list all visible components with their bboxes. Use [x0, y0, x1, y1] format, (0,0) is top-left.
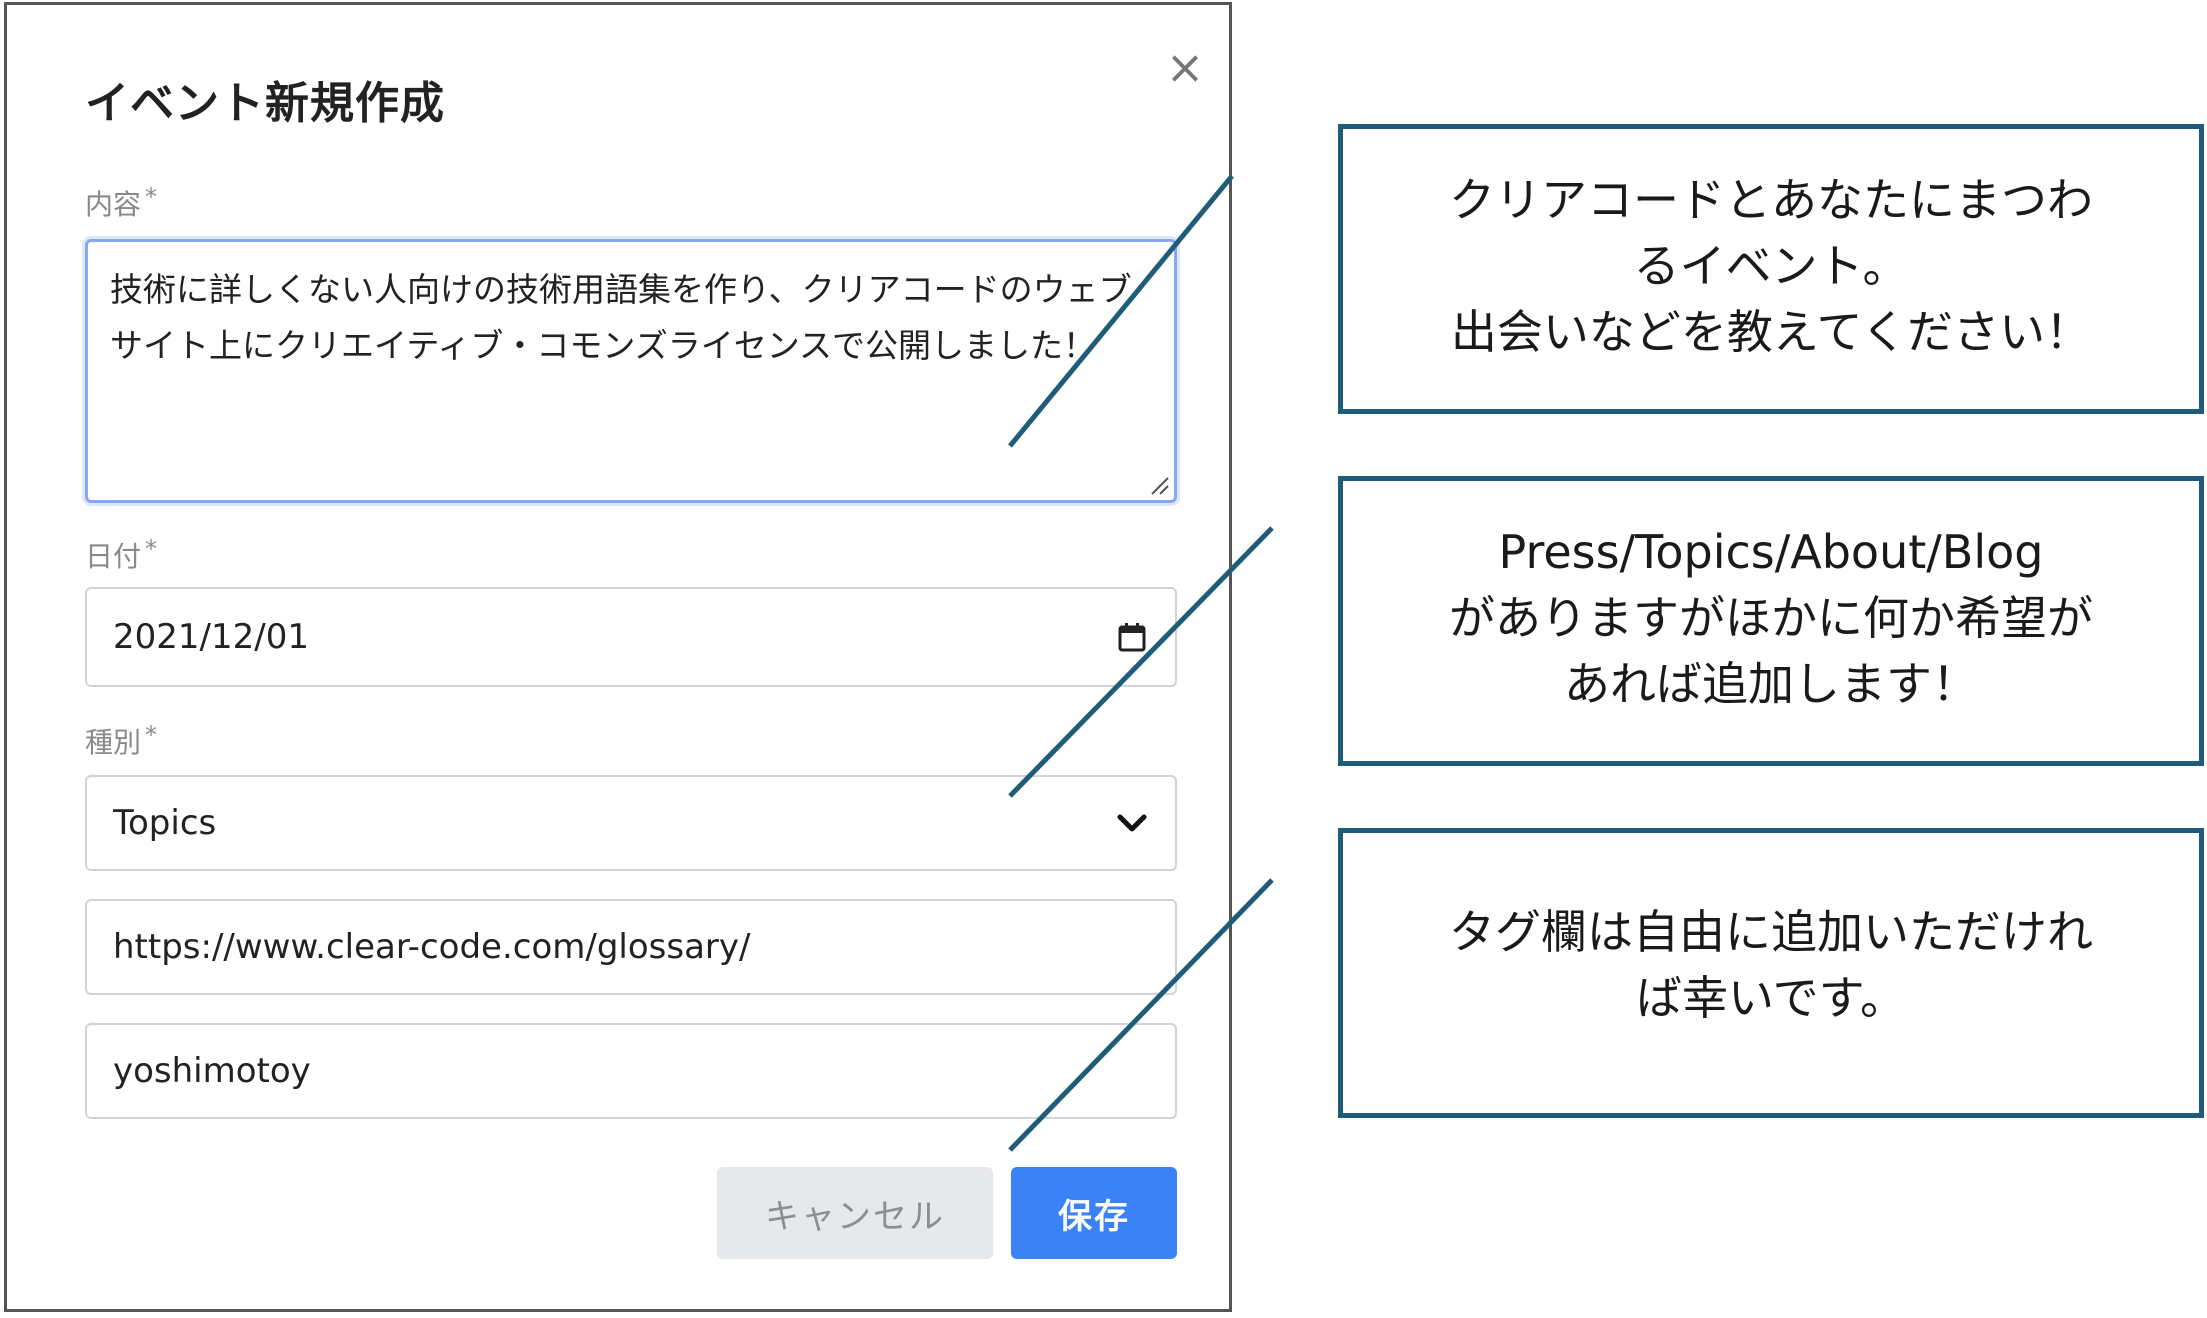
- close-icon[interactable]: ×: [1165, 44, 1205, 90]
- cancel-button[interactable]: キャンセル: [717, 1167, 993, 1259]
- required-mark: *: [145, 535, 158, 563]
- callout-text-line: 出会いなどを教えてください！: [1450, 305, 2092, 359]
- type-label: 種別 *: [85, 721, 157, 761]
- callout-text-line: Press/Topics/About/Blog: [1498, 525, 2044, 579]
- required-mark: *: [145, 183, 158, 211]
- tag-input-value: yoshimotoy: [113, 1051, 311, 1091]
- content-label-text: 内容: [85, 188, 142, 221]
- url-input[interactable]: https://www.clear-code.com/glossary/: [85, 899, 1177, 995]
- content-textarea[interactable]: 技術に詳しくない人向けの技術用語集を作り、クリアコードのウェブサイト上にクリエイ…: [85, 239, 1177, 503]
- date-input[interactable]: 2021/12/01: [85, 587, 1177, 687]
- callout-text-line: ば幸いです。: [1635, 971, 1907, 1025]
- tag-input[interactable]: yoshimotoy: [85, 1023, 1177, 1119]
- resize-handle-icon[interactable]: [1148, 474, 1170, 496]
- content-textarea-value: 技術に詳しくない人向けの技術用語集を作り、クリアコードのウェブサイト上にクリエイ…: [110, 270, 1132, 365]
- chevron-down-icon: [1115, 806, 1149, 840]
- save-button[interactable]: 保存: [1011, 1167, 1177, 1259]
- calendar-icon[interactable]: [1115, 620, 1149, 654]
- event-create-modal: イベント新規作成 × 内容 * 技術に詳しくない人向けの技術用語集を作り、クリアコ…: [4, 2, 1232, 1312]
- callout-text-line: クリアコードとあなたにまつわ: [1449, 173, 2093, 227]
- date-label-text: 日付: [85, 540, 142, 573]
- date-label: 日付 *: [85, 535, 157, 575]
- callout-tag-help: タグ欄は自由に追加いただけれ ば幸いです。: [1338, 828, 2204, 1118]
- type-select-value: Topics: [113, 803, 217, 843]
- modal-title: イベント新規作成: [85, 78, 445, 129]
- callout-text-line: タグ欄は自由に追加いただけれ: [1449, 905, 2093, 959]
- callout-text-line: あれば追加します！: [1564, 657, 1978, 711]
- content-label: 内容 *: [85, 183, 157, 223]
- type-label-text: 種別: [85, 726, 142, 759]
- date-input-value: 2021/12/01: [113, 617, 309, 657]
- url-input-value: https://www.clear-code.com/glossary/: [113, 927, 751, 967]
- required-mark: *: [145, 721, 158, 749]
- callout-content-help: クリアコードとあなたにまつわ るイベント。 出会いなどを教えてください！: [1338, 124, 2204, 414]
- type-select[interactable]: Topics: [85, 775, 1177, 871]
- callout-text-line: がありますがほかに何か希望が: [1449, 591, 2093, 645]
- callout-text-line: るイベント。: [1633, 239, 1909, 293]
- callout-type-help: Press/Topics/About/Blog がありますがほかに何か希望が あ…: [1338, 476, 2204, 766]
